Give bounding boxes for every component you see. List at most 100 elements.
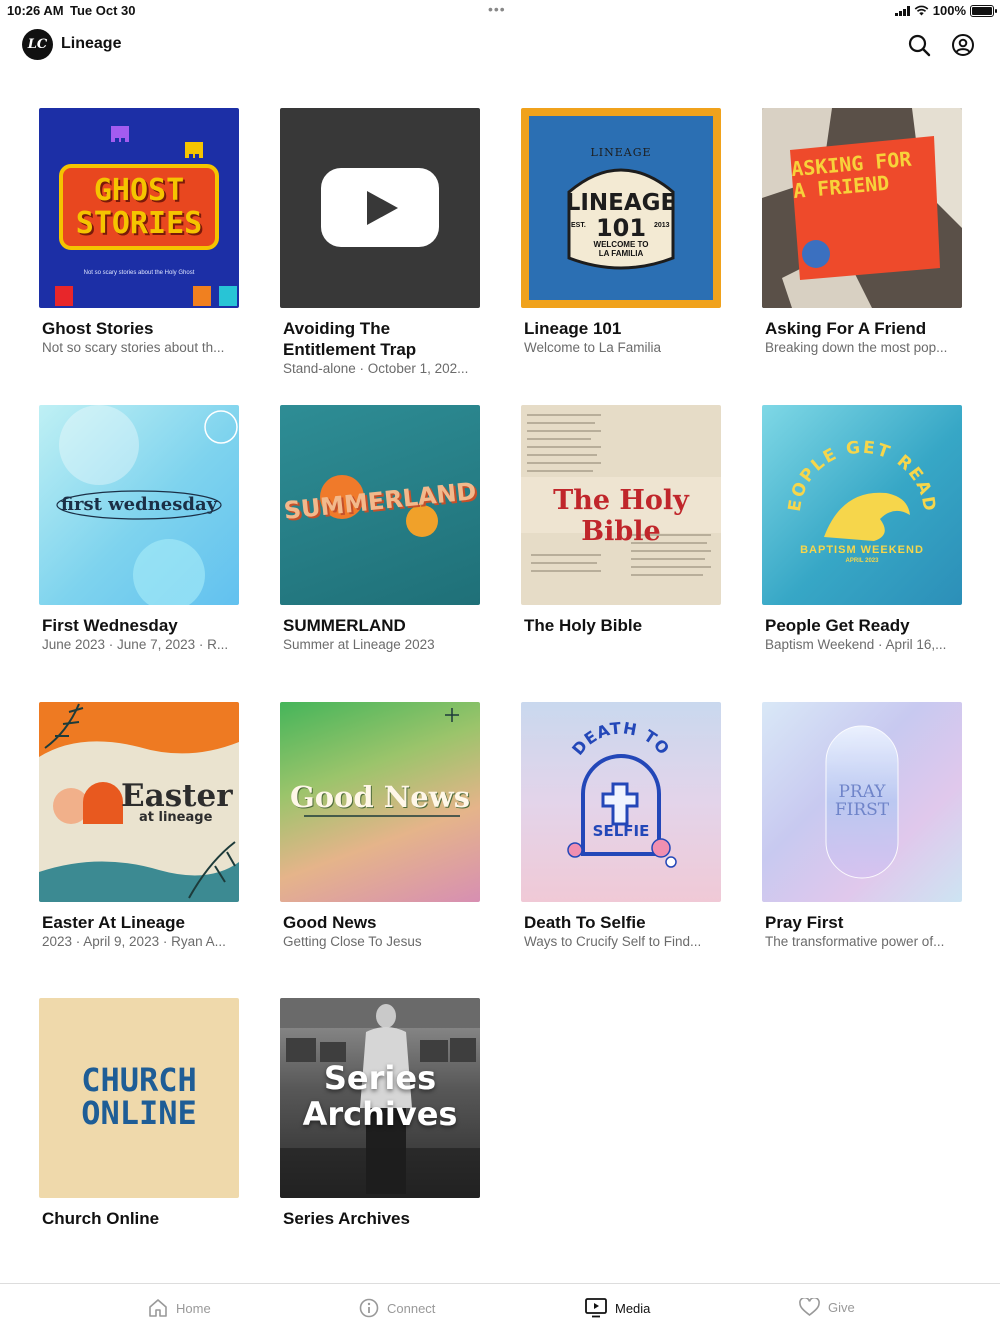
good-news-thumbnail[interactable]: Good News xyxy=(280,702,480,902)
tab-label-home: Home xyxy=(176,1300,211,1316)
archives-line1: Series xyxy=(323,1059,437,1097)
app-header: LC Lineage xyxy=(0,26,1000,64)
archives-line2: Archives xyxy=(302,1095,458,1133)
card-subtitle: 2023 · April 9, 2023 · Ryan A... xyxy=(42,934,226,949)
search-icon[interactable] xyxy=(907,33,931,57)
wifi-icon xyxy=(914,5,929,16)
lineage-101-year: 2013 xyxy=(654,222,670,229)
media-card-good-news[interactable]: Good News Good News Getting Close To Jes… xyxy=(280,702,480,951)
pray-first-thumbnail[interactable]: PRAY FIRST xyxy=(762,702,962,902)
tab-bar: Home Connect Media Give xyxy=(0,1283,1000,1334)
card-subtitle: June 2023 · June 7, 2023 · R... xyxy=(42,637,229,652)
media-card-lineage-101[interactable]: LINEAGE LINEAGE 101 EST. 2013 WELCOME TO… xyxy=(521,108,721,357)
easter-thumbnail[interactable]: Easter at lineage xyxy=(39,702,239,902)
card-subtitle: Summer at Lineage 2023 xyxy=(283,637,435,652)
card-title: Lineage 101 xyxy=(524,319,622,338)
tab-label-connect: Connect xyxy=(387,1300,436,1316)
media-card-pray-first[interactable]: PRAY FIRST Pray First The transformative… xyxy=(762,702,962,951)
media-icon xyxy=(585,1298,607,1318)
lineage-101-number: 101 xyxy=(595,214,647,242)
people-ready-line2: APRIL 2023 xyxy=(845,558,879,564)
people-get-ready-thumbnail[interactable]: PEOPLE GET READY BAPTISM WEEKEND APRIL 2… xyxy=(762,405,962,605)
media-card-people-get-ready[interactable]: PEOPLE GET READY BAPTISM WEEKEND APRIL 2… xyxy=(762,405,962,654)
status-right: 100% xyxy=(894,3,997,18)
lineage-101-top: LINEAGE xyxy=(590,146,652,159)
series-archives-thumbnail[interactable]: Series Archives xyxy=(280,998,480,1198)
people-get-ready-art: PEOPLE GET READY xyxy=(762,405,937,541)
media-card-entitlement-trap[interactable]: Avoiding The Entitlement Trap Stand-alon… xyxy=(280,108,480,378)
svg-text:DEATH TO: DEATH TO xyxy=(568,718,674,758)
status-bar: 10:26 AM Tue Oct 30 ••• 100% xyxy=(0,0,1000,22)
info-icon xyxy=(359,1298,379,1318)
easter-line2: at lineage xyxy=(139,810,213,825)
church-online-art-title: CHURCH ONLINE xyxy=(39,1064,239,1130)
card-subtitle: Not so scary stories about th... xyxy=(42,340,225,355)
media-card-summerland[interactable]: SUMMERLAND SUMMERLAND Summer at Lineage … xyxy=(280,405,480,654)
card-title: SUMMERLAND xyxy=(283,616,406,635)
card-subtitle: Ways to Crucify Self to Find... xyxy=(524,934,702,949)
death-to-selfie-art: DEATH TO xyxy=(567,718,677,868)
tab-connect[interactable]: Connect xyxy=(359,1298,435,1318)
holy-bible-thumbnail[interactable]: The Holy Bible xyxy=(521,405,721,605)
ghost-stories-art-title: GHOST STORIES xyxy=(39,174,239,240)
media-card-ghost-stories[interactable]: GHOST STORIES Not so scary stories about… xyxy=(39,108,239,357)
status-date: Tue Oct 30 xyxy=(70,3,136,18)
card-title: The Holy Bible xyxy=(524,616,643,635)
lineage-101-thumbnail[interactable]: LINEAGE LINEAGE 101 EST. 2013 WELCOME TO… xyxy=(521,108,721,308)
card-title: First Wednesday xyxy=(42,616,178,635)
tab-media[interactable]: Media xyxy=(585,1298,650,1318)
ghost-tagline: Not so scary stories about the Holy Ghos… xyxy=(83,270,195,276)
ghost-line1: GHOST xyxy=(93,173,185,208)
church-online-thumbnail[interactable]: CHURCH ONLINE xyxy=(39,998,239,1198)
card-title: Series Archives xyxy=(283,1209,410,1228)
lineage-logo[interactable]: LC xyxy=(22,29,53,60)
youtube-play-icon xyxy=(321,168,439,247)
lineage-101-est: EST. xyxy=(571,222,586,229)
ghost-stories-thumbnail[interactable]: GHOST STORIES Not so scary stories about… xyxy=(39,108,239,308)
account-icon[interactable] xyxy=(951,33,975,57)
media-card-asking-friend[interactable]: ASKING FOR A FRIEND Asking For A Friend … xyxy=(762,108,962,357)
holy-bible-art-title: The Holy Bible xyxy=(553,485,689,547)
death-to-selfie-label: SELFIE xyxy=(592,822,650,840)
media-card-death-to-selfie[interactable]: DEATH TO SELFIE Death To Selfie Ways to … xyxy=(521,702,721,951)
asking-friend-thumbnail[interactable]: ASKING FOR A FRIEND xyxy=(762,108,962,308)
card-subtitle: The transformative power of... xyxy=(765,934,945,949)
easter-line1: Easter xyxy=(121,778,233,814)
media-card-holy-bible[interactable]: The Holy Bible The Holy Bible xyxy=(521,405,721,636)
media-card-series-archives[interactable]: Series Archives Series Archives xyxy=(280,998,480,1229)
app-title: Lineage xyxy=(61,35,122,52)
lineage-101-main: LINEAGE xyxy=(565,190,677,216)
tab-label-media: Media xyxy=(615,1300,651,1316)
card-subtitle: Stand-alone · October 1, 202... xyxy=(283,361,469,376)
death-to-selfie-thumbnail[interactable]: DEATH TO SELFIE xyxy=(521,702,721,902)
lineage-101-welcome: WELCOME TO LA FAMILIA xyxy=(593,240,649,258)
multitask-dots-icon[interactable]: ••• xyxy=(488,1,506,17)
church-line2: ONLINE xyxy=(81,1094,197,1132)
first-wednesday-thumbnail[interactable]: first wednesday xyxy=(39,405,239,605)
status-time: 10:26 AM xyxy=(7,3,64,18)
first-wednesday-art-title: first wednesday xyxy=(60,494,218,515)
entitlement-trap-thumbnail[interactable] xyxy=(280,108,480,308)
media-card-church-online[interactable]: CHURCH ONLINE Church Online xyxy=(39,998,239,1229)
church-line1: CHURCH xyxy=(81,1061,197,1099)
battery-percent: 100% xyxy=(932,3,966,18)
media-card-first-wednesday[interactable]: first wednesday First Wednesday June 202… xyxy=(39,405,239,654)
card-title: Asking For A Friend xyxy=(765,319,927,338)
card-title: Death To Selfie xyxy=(524,913,646,932)
card-title: People Get Ready xyxy=(765,616,910,635)
death-to-arc: DEATH TO xyxy=(568,718,673,758)
heart-icon xyxy=(799,1298,820,1317)
home-icon xyxy=(149,1299,167,1317)
battery-icon xyxy=(970,4,997,17)
people-ready-line1: BAPTISM WEEKEND xyxy=(800,544,924,556)
tab-home[interactable]: Home xyxy=(148,1298,211,1318)
card-subtitle: Getting Close To Jesus xyxy=(283,934,422,949)
media-card-easter[interactable]: Easter at lineage Easter At Lineage 2023… xyxy=(39,702,239,951)
summerland-thumbnail[interactable]: SUMMERLAND xyxy=(280,405,480,605)
pray-line2: FIRST xyxy=(834,800,890,820)
cellular-signal-icon xyxy=(894,5,910,16)
people-get-ready-arc: PEOPLE GET READY xyxy=(762,405,937,513)
pray-line1: PRAY xyxy=(838,782,886,802)
card-title: Avoiding The Entitlement Trap xyxy=(283,319,417,359)
tab-give[interactable]: Give xyxy=(799,1298,855,1317)
